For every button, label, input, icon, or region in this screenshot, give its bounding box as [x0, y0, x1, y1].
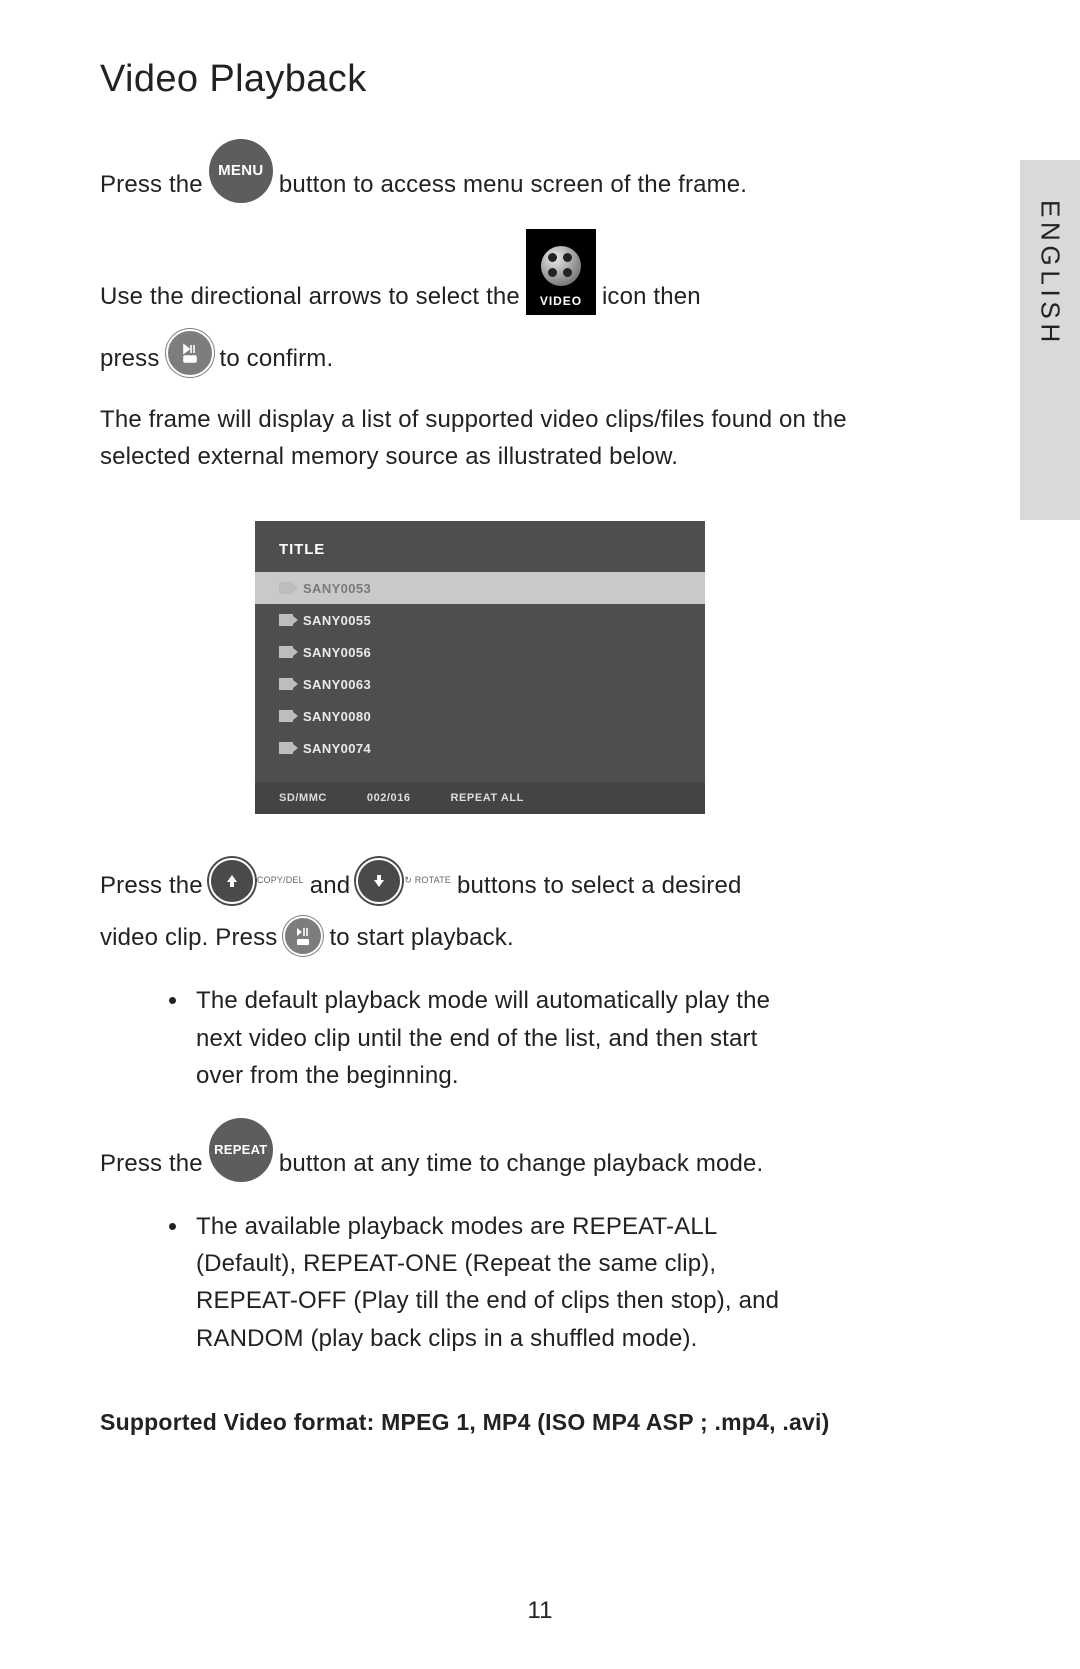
source-label: SD/MMC [279, 792, 327, 804]
bullet-list-2: The available playback modes are REPEAT-… [190, 1208, 860, 1357]
menu-button-icon: MENU [209, 139, 273, 203]
text: Use the directional arrows to select the [100, 278, 520, 315]
up-sublabel: COPY/DEL [257, 874, 304, 888]
text: and [310, 867, 351, 904]
down-button-group: ↻ ROTATE [356, 858, 451, 904]
text: button at any time to change playback mo… [279, 1145, 764, 1182]
up-button-group: COPY/DEL [209, 858, 304, 904]
play-pause-button-icon [283, 916, 323, 956]
text: press [100, 340, 160, 377]
down-arrow-button-icon [356, 858, 402, 904]
text: button to access menu screen of the fram… [279, 166, 747, 203]
mode-label: REPEAT ALL [451, 792, 524, 804]
video-file-icon [279, 582, 293, 594]
count-label: 002/016 [367, 792, 411, 804]
paragraph-1: Press the MENU button to access menu scr… [100, 139, 860, 203]
text: video clip. Press [100, 919, 277, 956]
file-row: SANY0056 [279, 636, 681, 668]
filelist-footer: SD/MMC 002/016 REPEAT ALL [255, 782, 705, 814]
file-row: SANY0063 [279, 668, 681, 700]
play-pause-button-icon [166, 329, 214, 377]
filelist-body: SANY0053 SANY0055 SANY0056 SANY0063 SANY… [255, 572, 705, 782]
page-content: Video Playback Press the MENU button to … [100, 58, 860, 1436]
bullet-item: The available playback modes are REPEAT-… [190, 1208, 790, 1357]
paragraph-6: video clip. Press to start playback. [100, 916, 860, 956]
language-label: ENGLISH [1035, 200, 1066, 347]
language-tab: ENGLISH [1020, 160, 1080, 520]
paragraph-5: Press the COPY/DEL and ↻ ROTATE buttons … [100, 858, 860, 904]
file-row: SANY0074 [279, 732, 681, 764]
text: Press the [100, 1145, 203, 1182]
video-file-icon [279, 614, 293, 626]
bullet-list-1: The default playback mode will automatic… [190, 982, 860, 1094]
paragraph-2: Use the directional arrows to select the… [100, 229, 860, 315]
video-file-icon [279, 742, 293, 754]
file-row: SANY0055 [279, 604, 681, 636]
text: buttons to select a desired [457, 867, 742, 904]
file-row-selected: SANY0053 [255, 572, 705, 604]
text: Press the [100, 166, 203, 203]
paragraph-3: press to confirm. [100, 329, 860, 377]
video-file-list-screenshot: TITLE SANY0053 SANY0055 SANY0056 SANY006… [255, 521, 705, 814]
page-number: 11 [0, 1597, 1080, 1625]
file-row: SANY0080 [279, 700, 681, 732]
paragraph-7: Press the REPEAT button at any time to c… [100, 1118, 860, 1182]
video-menu-tile-icon: VIDEO [526, 229, 596, 315]
video-file-icon [279, 710, 293, 722]
paragraph-4: The frame will display a list of support… [100, 401, 860, 475]
text: Press the [100, 867, 203, 904]
up-arrow-button-icon [209, 858, 255, 904]
page-title: Video Playback [100, 58, 860, 101]
down-sublabel: ↻ ROTATE [404, 874, 451, 888]
text: to confirm. [220, 340, 334, 377]
filelist-header: TITLE [255, 541, 705, 572]
supported-format: Supported Video format: MPEG 1, MP4 (ISO… [100, 1409, 860, 1436]
text: to start playback. [329, 919, 513, 956]
film-reel-icon [541, 246, 581, 286]
repeat-button-icon: REPEAT [209, 1118, 273, 1182]
video-tile-label: VIDEO [540, 292, 582, 311]
text: icon then [602, 278, 701, 315]
video-file-icon [279, 678, 293, 690]
bullet-item: The default playback mode will automatic… [190, 982, 790, 1094]
video-file-icon [279, 646, 293, 658]
